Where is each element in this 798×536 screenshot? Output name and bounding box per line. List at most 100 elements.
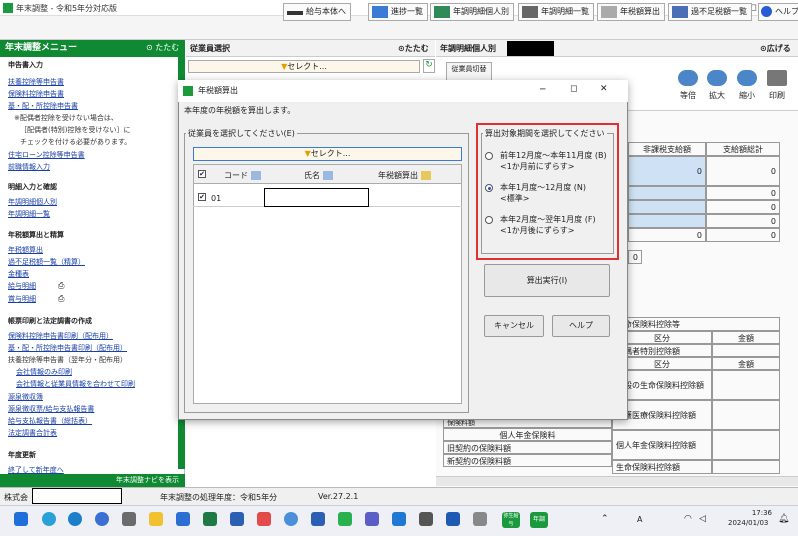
teams-icon[interactable]	[365, 512, 379, 526]
cell-value[interactable]: 0	[706, 228, 780, 242]
link-print-kiso[interactable]: 基・配・所控除申告書印刷（配布用）	[8, 343, 127, 353]
kaigo-value[interactable]	[712, 400, 780, 430]
link-meisai-kojin[interactable]: 年調明細個人別	[8, 197, 57, 207]
employee-collapse-button[interactable]: ⊙たたむ	[398, 43, 429, 54]
cell-value[interactable]: 0	[628, 250, 642, 264]
start-icon[interactable]	[14, 512, 28, 526]
navbar-toggle[interactable]: 年末調整ナビを表示	[0, 474, 185, 487]
sort-icon[interactable]	[250, 171, 261, 180]
app-icon[interactable]	[257, 512, 271, 526]
link-hoken[interactable]: 保険料控除申告書	[8, 89, 64, 99]
folder-icon[interactable]	[149, 512, 163, 526]
employee-select-button[interactable]: ▼セレクト...	[188, 60, 420, 73]
menu-collapse-button[interactable]: ⊙ たたむ	[146, 42, 179, 53]
ippan-value[interactable]	[712, 370, 780, 400]
edge-icon[interactable]	[68, 512, 82, 526]
link-gensen-hyo[interactable]: 源泉徴収票/給与支払報告書	[8, 404, 94, 414]
mail-icon[interactable]	[392, 512, 406, 526]
fit-button[interactable]: 等倍	[674, 70, 702, 101]
notification-bell-icon[interactable]: 🔔︎	[778, 514, 789, 524]
app-icon[interactable]	[122, 512, 136, 526]
dialog-minimize-button[interactable]: ─	[540, 85, 545, 95]
clock-date[interactable]: 2024/01/03	[728, 519, 768, 527]
widget-icon[interactable]	[42, 512, 56, 526]
yayoi-salary-icon[interactable]: 弥生給与	[502, 512, 520, 528]
word-icon[interactable]	[230, 512, 244, 526]
print-button[interactable]: 印刷	[763, 70, 791, 101]
radio-standard[interactable]	[485, 184, 493, 192]
excel-icon[interactable]	[203, 512, 217, 526]
zoom-out-button[interactable]: 縮小	[733, 70, 761, 101]
wifi-icon[interactable]: ◠	[684, 514, 692, 524]
volume-icon[interactable]: ◁	[699, 514, 706, 524]
refresh-icon[interactable]: ↻	[423, 59, 435, 73]
cancel-button[interactable]: キャンセル	[484, 315, 544, 337]
link-jutaku[interactable]: 住宅ローン控除等申告書	[8, 150, 85, 160]
line-icon[interactable]	[338, 512, 352, 526]
kojin-nenkin-kojo-value[interactable]	[712, 430, 780, 460]
cell-value[interactable]: 0	[628, 156, 706, 186]
link-kinshu[interactable]: 金種表	[8, 269, 29, 279]
link-kaisha-only[interactable]: 会社情報のみ印刷	[16, 367, 72, 377]
cell-value[interactable]: 0	[706, 186, 780, 200]
execute-button[interactable]: 算出実行(I)	[484, 264, 610, 297]
link-meisai-ichiran[interactable]: 年調明細一覧	[8, 209, 50, 219]
sort-icon[interactable]	[322, 171, 333, 180]
header-checkbox[interactable]: ✔	[198, 170, 206, 178]
link-shiharai[interactable]: 給与支払報告書（総括表）	[8, 416, 92, 426]
app-icon[interactable]	[446, 512, 460, 526]
tax-calc-button[interactable]: 年税額算出	[597, 3, 665, 21]
link-kafusoku[interactable]: 過不足税額一覧（精算）	[8, 257, 85, 267]
cell-value[interactable]: 0	[706, 214, 780, 228]
row-checkbox[interactable]: ✔	[198, 193, 206, 201]
radio-next[interactable]	[485, 216, 493, 224]
link-gensen[interactable]: 源泉徴収簿	[8, 392, 43, 402]
link-zenshoku[interactable]: 前職情報入力	[8, 162, 50, 172]
year-detail-individual-button[interactable]: 年調明細個人別	[430, 3, 514, 21]
dialog-select-button[interactable]: ▼セレクト...	[193, 147, 462, 161]
cell-value[interactable]: 0	[628, 228, 706, 242]
link-houtei[interactable]: 法定調書合計表	[8, 428, 57, 438]
cell-value[interactable]: 0	[706, 156, 780, 186]
link-kaisha-jugyoin[interactable]: 会社情報と従業員情報を合わせて印刷	[16, 379, 135, 389]
ime-indicator[interactable]: A	[637, 515, 642, 524]
zoom-in-icon	[707, 70, 727, 86]
link-nenzei[interactable]: 年税額算出	[8, 245, 43, 255]
help-button[interactable]: ヘルプ	[758, 3, 798, 21]
chrome-icon[interactable]	[284, 512, 298, 526]
app-icon[interactable]	[176, 512, 190, 526]
radio-prev[interactable]	[485, 152, 493, 160]
cell-empty[interactable]	[628, 200, 706, 214]
tray-chevron-icon[interactable]: ⌃	[601, 514, 609, 524]
app-icon[interactable]	[473, 512, 487, 526]
zoom-icon[interactable]	[95, 512, 109, 526]
year-detail-list-button[interactable]: 年調明細一覧	[518, 3, 594, 21]
link-kiso[interactable]: 基・配・所控除申告書	[8, 101, 78, 111]
app-icon[interactable]	[419, 512, 433, 526]
link-fuyo[interactable]: 扶養控除等申告書	[8, 77, 64, 87]
link-print-hoken[interactable]: 保険料控除申告書印刷（配布用）	[8, 331, 113, 341]
option-standard-label: 本年1月度～12月度 (N)	[500, 183, 587, 192]
cell-value[interactable]: 0	[706, 200, 780, 214]
seimei-kojo-value[interactable]	[712, 460, 780, 474]
salary-main-button[interactable]: 給与本体へ	[283, 3, 351, 21]
expand-button[interactable]: ⊙広げる	[760, 43, 791, 54]
dialog-maximize-button[interactable]: ◻	[570, 84, 577, 94]
yayoi-yearend-icon[interactable]: 年調	[530, 512, 548, 528]
horizontal-scrollbar[interactable]	[436, 476, 798, 486]
dialog-help-button[interactable]: ヘルプ	[552, 315, 610, 337]
cell-empty[interactable]	[628, 186, 706, 200]
clock-time[interactable]: 17:36	[744, 509, 772, 517]
printer-icon[interactable]: ⎙	[58, 294, 64, 304]
link-kyuyo-meisai[interactable]: 給与明細	[8, 281, 36, 291]
haigusha-value[interactable]	[712, 344, 780, 357]
app-icon[interactable]	[311, 512, 325, 526]
over-under-list-button[interactable]: 過不足税額一覧	[668, 3, 752, 21]
cell-empty[interactable]	[628, 214, 706, 228]
progress-list-button[interactable]: 進捗一覧	[368, 3, 428, 21]
printer-icon[interactable]: ⎙	[58, 281, 64, 291]
edit-icon[interactable]	[420, 171, 431, 180]
link-shoyo-meisai[interactable]: 賞与明細	[8, 294, 36, 304]
dialog-close-button[interactable]: ✕	[600, 84, 608, 94]
zoom-in-button[interactable]: 拡大	[703, 70, 731, 101]
